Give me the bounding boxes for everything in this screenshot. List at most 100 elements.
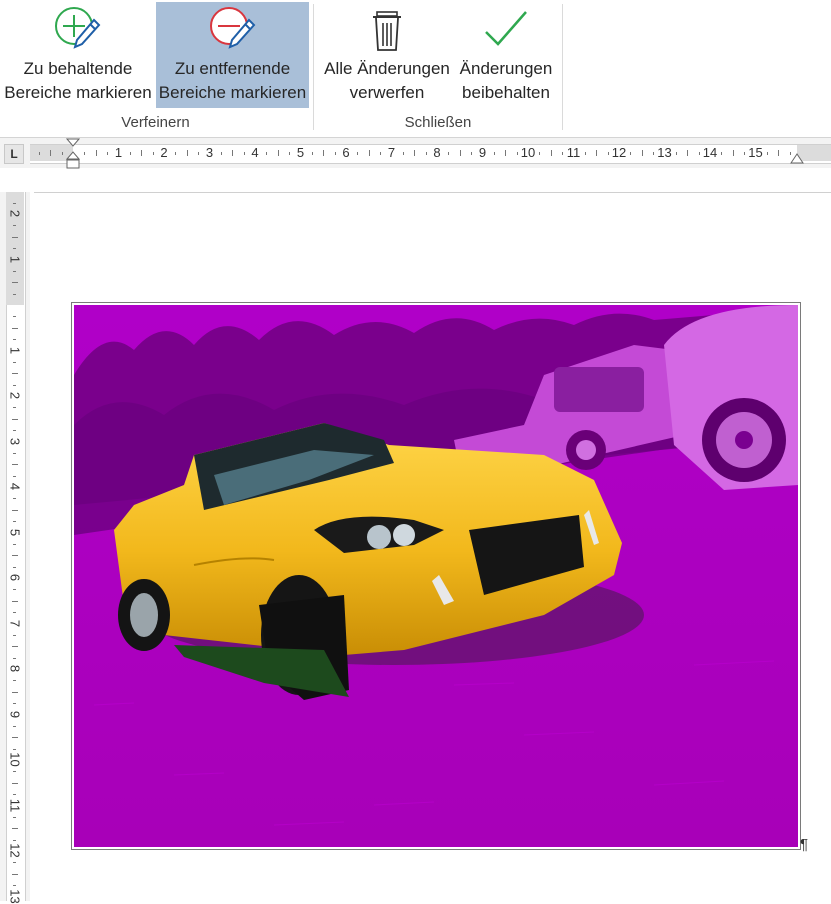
right-indent-marker[interactable] [790, 152, 804, 164]
ruler-number: 8 [7, 664, 23, 673]
ruler-tick [50, 150, 52, 156]
keep-changes-button[interactable]: Änderungen beibehalten [456, 2, 556, 108]
ruler-tick [698, 152, 700, 155]
ruler-tick [721, 152, 723, 155]
ruler-tick [12, 509, 18, 511]
ruler-tick [357, 152, 359, 155]
ruler-tick [13, 748, 16, 750]
ruler-number: 6 [7, 573, 23, 582]
ruler-tick [766, 152, 768, 155]
ruler-tick [13, 816, 16, 818]
ruler-number: 2 [7, 391, 23, 400]
ruler-tick [107, 152, 109, 155]
ruler-number: 15 [748, 145, 763, 160]
ruler-tick [744, 152, 746, 155]
trash-can-icon [373, 11, 401, 51]
indent-marker[interactable] [66, 138, 80, 170]
ruler-tick [323, 150, 325, 156]
ruler-number: 1 [7, 346, 23, 354]
ruler-tick [380, 152, 382, 155]
ruler-tick [12, 600, 18, 602]
ribbon: Zu behaltende Bereiche markieren Zu entfe… [0, 0, 831, 138]
ruler-tick [13, 270, 16, 272]
ruler-tick [505, 150, 507, 156]
ruler-number: 7 [7, 619, 23, 627]
ruler-tick [13, 566, 16, 568]
ruler-tick [448, 152, 450, 155]
ruler-number: 13 [7, 888, 23, 904]
tab-selector[interactable]: L [4, 144, 24, 164]
ruler-tick [13, 885, 16, 887]
ruler-number: 9 [7, 710, 23, 718]
ruler-tick [12, 418, 18, 420]
ruler-tick [95, 150, 97, 156]
plus-pencil-icon [55, 7, 101, 49]
ruler-tick [13, 862, 16, 864]
group-separator [562, 4, 563, 130]
ruler-tick [289, 152, 291, 155]
ruler-tick [596, 150, 598, 156]
ruler-tick [13, 725, 16, 727]
ruler-number: 4 [251, 145, 259, 160]
ruler-tick [12, 873, 18, 875]
ruler-tick [13, 589, 16, 591]
ruler-tick [13, 225, 16, 227]
ruler-tick [493, 152, 495, 155]
ruler-tick [653, 152, 655, 155]
ruler-tick [12, 373, 18, 375]
ruler-tick [12, 282, 18, 284]
ruler-tick [12, 327, 18, 329]
ruler-tick [198, 152, 200, 155]
ruler-number: 4 [7, 482, 23, 491]
ruler-tick [12, 646, 18, 648]
ruler-tick [13, 521, 16, 523]
ruler-tick [516, 152, 518, 155]
ruler-tick [13, 202, 16, 204]
ruler-tick [13, 430, 16, 432]
ruler-tick [13, 498, 16, 500]
ruler-tick [61, 152, 63, 155]
ruler-tick [687, 150, 689, 156]
ruler-tick [539, 152, 541, 155]
ruler-tick [607, 152, 609, 155]
mark-areas-to-keep-button[interactable]: Zu behaltende Bereiche markieren [2, 2, 154, 108]
ruler-tick [732, 150, 734, 156]
ruler-number: 11 [7, 798, 23, 812]
ruler-tick [129, 152, 131, 155]
ruler-tick [12, 691, 18, 693]
ruler-tick [232, 150, 234, 156]
ruler-number: 1 [114, 145, 123, 160]
ruler-number: 5 [296, 145, 305, 160]
vertical-ruler[interactable]: 2 1 1 2 3 4 5 6 7 8 9 10 11 12 13 [0, 192, 30, 904]
ruler-tick [38, 152, 40, 155]
ruler-tick [402, 152, 404, 155]
ruler-tick [13, 657, 16, 659]
ruler-tick [220, 152, 222, 155]
ruler-tick [13, 407, 16, 409]
ruler-tick [12, 828, 18, 830]
ruler-tick [13, 839, 16, 841]
checkmark-icon [485, 11, 527, 46]
ruler-tick [584, 152, 586, 155]
ruler-number: 3 [7, 437, 23, 445]
ruler-tick [13, 680, 16, 682]
ruler-tick [12, 555, 18, 557]
ruler-number: 12 [7, 843, 23, 858]
ruler-tick [13, 361, 16, 363]
ruler-tick [13, 384, 16, 386]
ruler-number: 13 [657, 145, 672, 160]
ruler-tick [12, 782, 18, 784]
group-separator [313, 4, 314, 130]
ruler-tick [141, 150, 143, 156]
background-removal-picture[interactable] [74, 305, 798, 847]
ruler-number: 2 [160, 145, 168, 160]
page-top-edge [34, 192, 831, 193]
discard-all-changes-button[interactable]: Alle Änderungen verwerfen [318, 2, 456, 108]
ruler-tick [425, 152, 427, 155]
ruler-tick [311, 152, 313, 155]
ruler-tick [266, 152, 268, 155]
mark-areas-to-remove-button[interactable]: Zu entfernende Bereiche markieren [156, 2, 309, 108]
ruler-tick [12, 464, 18, 466]
horizontal-ruler[interactable]: L 1 2 3 4 5 6 7 8 9 10 11 12 13 14 15 [0, 138, 831, 170]
ruler-number: 2 [7, 209, 23, 218]
